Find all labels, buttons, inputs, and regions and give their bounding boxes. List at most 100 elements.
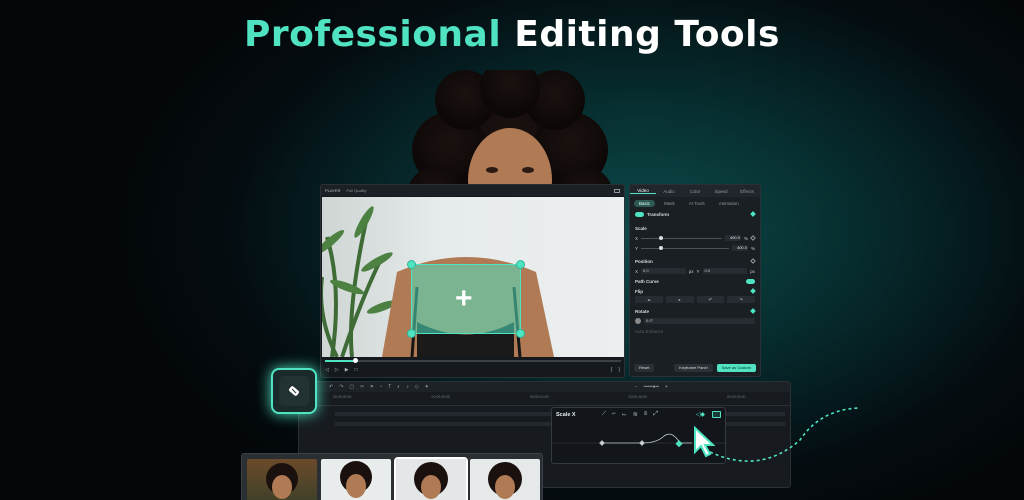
player-header: PLAYER Full Quality [321, 185, 624, 196]
rotate-left-icon[interactable]: ↶ [696, 296, 725, 303]
scale-keyframe-icon[interactable] [750, 235, 756, 241]
panel-footer: Reset Keyframe Panel Save as Custom [634, 364, 756, 372]
scale-x-unit: % [743, 235, 748, 241]
audio-icon[interactable]: ♪ [406, 384, 409, 390]
stop-icon[interactable]: □ [355, 367, 358, 373]
scale-x-input[interactable]: 400.0 [724, 235, 741, 241]
rotate-input[interactable]: 0.0° [644, 318, 755, 324]
ruler-tick-1: 00:00:05:00 [431, 395, 451, 399]
property-panel: Video Audio Color Speed Effects Basic Ma… [629, 184, 761, 377]
snapshot-icon[interactable] [614, 188, 620, 193]
ruler-tick-4: 00:00:20:00 [727, 395, 746, 399]
easing-toolbar: ⟋ ⌐ ⌙ ≋ ≡ ⤢ [602, 411, 658, 418]
keyframe-point[interactable] [639, 440, 645, 446]
keyframe-point[interactable] [599, 440, 605, 446]
transform-label: Transform [647, 211, 670, 217]
quality-select[interactable]: Full Quality [347, 188, 367, 193]
ruler-tick-3: 00:00:15:00 [628, 395, 648, 399]
effects-icon[interactable]: ✦ [425, 384, 429, 390]
headline-accent: Professional [244, 14, 502, 55]
rotate-dial[interactable] [635, 318, 641, 324]
color-icon[interactable]: ◐ [397, 384, 400, 390]
flip-vertical-icon[interactable]: ⏶ [635, 296, 663, 303]
keyframe-icon[interactable] [750, 211, 756, 217]
subtab-mask[interactable]: Mask [659, 200, 680, 207]
fullscreen-icon[interactable]: } [618, 367, 620, 373]
fit-icon[interactable]: { [611, 367, 613, 373]
media-library [241, 453, 543, 500]
resize-handle-br[interactable] [516, 329, 525, 338]
panel-tabs: Video Audio Color Speed Effects [630, 185, 760, 197]
media-thumbnail[interactable] [247, 459, 317, 500]
flip-horizontal-icon[interactable]: ▸ [665, 296, 694, 303]
move-crosshair-icon: + [455, 282, 473, 315]
flip-keyframe-icon[interactable] [750, 288, 756, 294]
media-thumbnail-selected[interactable] [394, 457, 468, 500]
position-keyframe-icon[interactable] [750, 258, 756, 264]
scale-x-label: X [635, 235, 639, 241]
ruler-tick-0: 00:00:00:00 [333, 395, 352, 399]
flip-label: Flip [635, 288, 643, 294]
tab-speed[interactable]: Speed [708, 189, 734, 194]
keyframe-tag-icon [271, 368, 317, 414]
scale-label: Scale [635, 225, 647, 231]
ease-inout-icon[interactable]: ≋ [633, 411, 638, 418]
save-custom-button[interactable]: Save as Custom [716, 364, 756, 372]
zoom-in-icon[interactable]: + [665, 384, 668, 390]
rotate-right-icon[interactable]: ↷ [727, 296, 755, 303]
ease-out-icon[interactable]: ⌙ [622, 411, 627, 418]
path-curve-toggle[interactable] [746, 278, 755, 284]
pos-y-input[interactable]: 0.0 [702, 268, 748, 274]
subtab-animation[interactable]: Animation [714, 200, 744, 207]
scale-y-input[interactable]: 400.0 [731, 245, 748, 251]
ruler-tick-2: 00:00:10:00 [530, 395, 549, 399]
ease-linear-icon[interactable]: ⟋ [602, 411, 606, 418]
view-controls: { } [611, 367, 620, 373]
delete-icon[interactable]: ▢ [349, 384, 354, 390]
rotate-keyframe-icon[interactable] [750, 308, 756, 314]
pos-x-input[interactable]: 0.0 [641, 268, 686, 274]
media-thumbnail[interactable] [321, 459, 391, 500]
text-icon[interactable]: T [388, 384, 391, 390]
pos-x-label: X [635, 268, 639, 274]
media-thumbnail[interactable] [470, 459, 540, 500]
prev-frame-icon[interactable]: ◁ [325, 367, 329, 373]
transform-box[interactable]: + [407, 260, 525, 338]
reset-button[interactable]: Reset [634, 364, 655, 372]
scale-y-slider[interactable] [641, 245, 729, 250]
transform-toggle[interactable] [635, 211, 644, 217]
tab-audio[interactable]: Audio [656, 189, 682, 194]
scale-x-slider[interactable] [641, 235, 722, 240]
undo-icon[interactable]: ↶ [329, 384, 333, 390]
zoom-out-icon[interactable]: − [635, 384, 638, 390]
panel-subtabs: Basic Mask AI Tools Animation [630, 197, 760, 209]
zoom-slider[interactable]: ━━━●━ [644, 384, 659, 390]
next-frame-icon[interactable]: ▷ [335, 367, 339, 373]
timeline-toolbar: ↶ ↷ ▢ ✂ ⌗ ◔ T ◐ ♪ ◇ ✦ − ━━━●━ + [299, 382, 790, 392]
pos-y-unit: px [750, 268, 755, 274]
subtab-ai-tools[interactable]: AI Tools [684, 200, 710, 207]
auto-enhance-label: Auto Enhance [635, 328, 664, 334]
playhead-knob[interactable] [352, 358, 358, 363]
ease-expand-icon[interactable]: ⤢ [653, 411, 658, 418]
rotate-label: Rotate [635, 308, 650, 314]
ease-in-icon[interactable]: ⌐ [612, 411, 616, 418]
speed-icon[interactable]: ◔ [379, 384, 382, 390]
redo-icon[interactable]: ↷ [339, 384, 343, 390]
keyframe-panel-button[interactable]: Keyframe Panel [674, 364, 713, 372]
marker-icon[interactable]: ◇ [415, 384, 419, 390]
play-icon[interactable]: ▶ [345, 367, 349, 373]
resize-handle-bl[interactable] [407, 329, 416, 338]
pos-x-unit: px [688, 268, 694, 274]
resize-handle-tr[interactable] [516, 260, 525, 269]
tab-effects[interactable]: Effects [734, 189, 760, 194]
tab-color[interactable]: Color [682, 189, 708, 194]
split-icon[interactable]: ✂ [360, 384, 364, 390]
ease-custom-icon[interactable]: ≡ [644, 411, 648, 418]
resize-handle-tl[interactable] [407, 260, 416, 269]
flip-buttons: ⏶ ▸ ↶ ↷ [635, 296, 755, 303]
crop-icon[interactable]: ⌗ [370, 384, 373, 390]
tab-video[interactable]: Video [630, 188, 656, 194]
playback-progress[interactable] [325, 358, 621, 363]
subtab-basic[interactable]: Basic [634, 199, 656, 207]
